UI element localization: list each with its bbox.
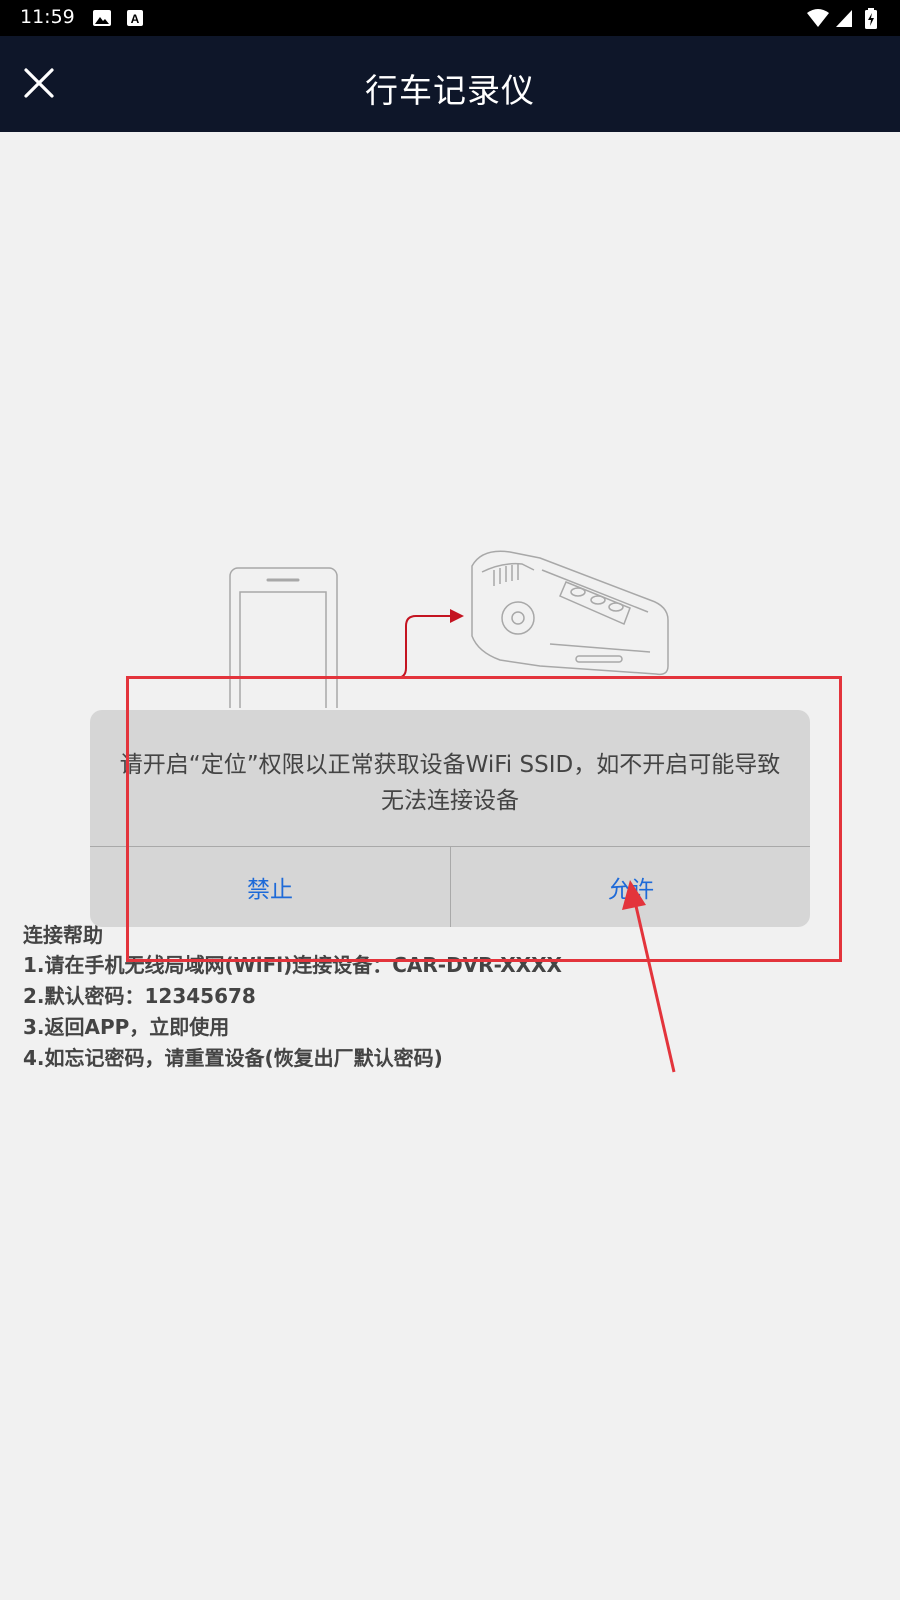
help-line-2: 2.默认密码：12345678 [23,984,256,1008]
dashcam-illustration [471,550,669,676]
connection-help: 连接帮助 1.请在手机无线局域网(WiFi)连接设备：CAR-DVR-XXXX … [23,920,623,1074]
status-bar: 11:59 A [0,0,900,36]
phone-illustration [229,567,338,708]
svg-text:A: A [131,12,140,26]
image-icon [92,8,112,32]
signal-icon [834,8,854,32]
location-permission-dialog: 请开启“定位”权限以正常获取设备WiFi SSID，如不开启可能导致 无法连接设… [90,710,810,927]
status-time: 11:59 [20,6,75,28]
allow-button[interactable]: 允许 [450,847,810,927]
connection-arrow [342,615,450,679]
help-line-3: 3.返回APP，立即使用 [23,1015,230,1039]
help-line-1: 1.请在手机无线局域网(WiFi)连接设备：CAR-DVR-XXXX [23,953,562,977]
dialog-message-line-2: 无法连接设备 [381,788,519,814]
help-line-4: 4.如忘记密码，请重置设备(恢复出厂默认密码) [23,1046,443,1070]
wifi-icon [806,8,830,32]
deny-button[interactable]: 禁止 [90,847,450,927]
battery-icon [864,8,878,34]
dialog-message: 请开启“定位”权限以正常获取设备WiFi SSID，如不开启可能导致 无法连接设… [110,747,790,819]
app-bar: 行车记录仪 [0,36,900,132]
page-title: 行车记录仪 [365,71,535,110]
connection-illustration [229,550,669,708]
dialog-message-line-1: 请开启“定位”权限以正常获取设备WiFi SSID，如不开启可能导致 [119,752,781,778]
a-letter-icon: A [126,8,144,32]
